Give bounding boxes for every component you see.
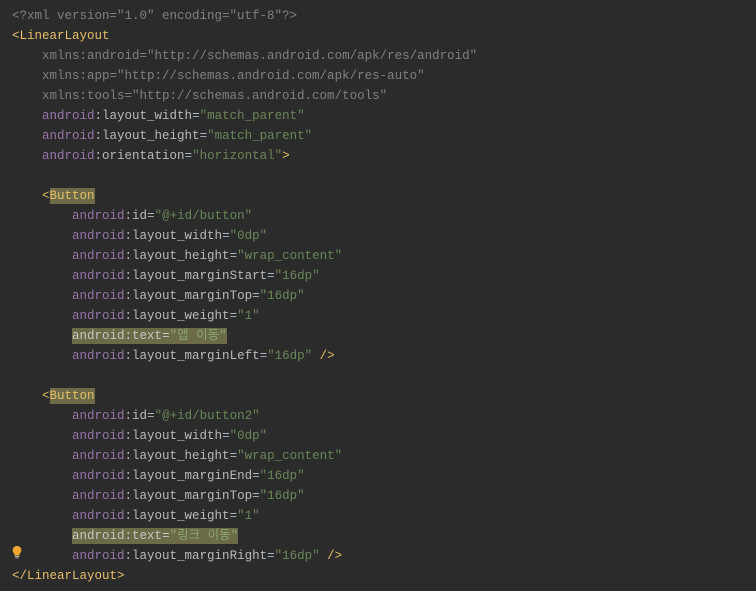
attr-line: android:orientation="horizontal"> [12,146,756,166]
xml-declaration: <?xml version="1.0" encoding="utf-8"?> [12,9,297,23]
linearlayout-close: </LinearLayout> [12,566,756,586]
lightbulb-icon[interactable] [10,545,24,559]
button1-open: <Button [12,186,756,206]
attr-line: android:text="링크 이동" [12,526,756,546]
attr-line: android:layout_weight="1" [12,306,756,326]
attr-line: xmlns:tools="http://schemas.android.com/… [12,86,756,106]
attr-line: android:layout_width="0dp" [12,226,756,246]
attr-line: android:layout_height="wrap_content" [12,446,756,466]
attr-line: android:layout_marginStart="16dp" [12,266,756,286]
attr-line: xmlns:app="http://schemas.android.com/ap… [12,66,756,86]
attr-line: android:layout_weight="1" [12,506,756,526]
attr-line: android:layout_marginRight="16dp" /> [12,546,756,566]
attr-line: android:layout_marginEnd="16dp" [12,466,756,486]
attr-line: android:layout_width="match_parent" [12,106,756,126]
attr-line: xmlns:android="http://schemas.android.co… [12,46,756,66]
attr-line: android:layout_marginLeft="16dp" /> [12,346,756,366]
code-editor[interactable]: <?xml version="1.0" encoding="utf-8"?> <… [12,6,756,586]
attr-line: android:layout_height="wrap_content" [12,246,756,266]
gutter [10,545,24,563]
attr-line: android:text="앱 이동" [12,326,756,346]
attr-line: android:id="@+id/button" [12,206,756,226]
attr-line: android:layout_marginTop="16dp" [12,286,756,306]
button2-open: <Button [12,386,756,406]
attr-line: android:layout_width="0dp" [12,426,756,446]
attr-line: android:id="@+id/button2" [12,406,756,426]
attr-line: android:layout_height="match_parent" [12,126,756,146]
attr-line: android:layout_marginTop="16dp" [12,486,756,506]
linearlayout-open: <LinearLayout [12,26,756,46]
